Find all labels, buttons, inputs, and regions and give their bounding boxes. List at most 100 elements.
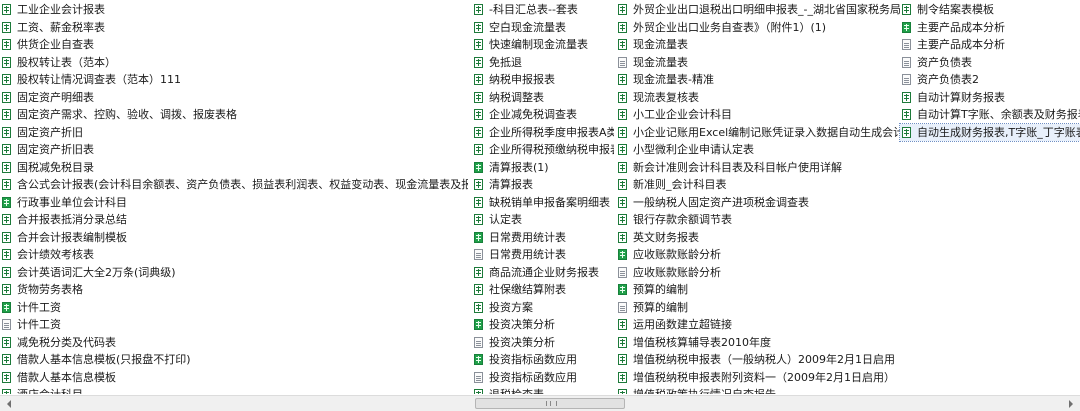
file-item[interactable]: 借款人基本信息模板	[0, 369, 468, 387]
file-item[interactable]: 日常费用统计表	[472, 246, 614, 264]
file-item[interactable]: 企业所得税季度申报表A类	[472, 124, 614, 142]
file-name: 供货企业自查表	[17, 38, 94, 51]
file-item[interactable]: 清算报表(1)	[472, 159, 614, 177]
horizontal-scrollbar[interactable]	[0, 395, 1080, 411]
file-item[interactable]: 应收账款账龄分析	[616, 246, 900, 264]
file-item[interactable]: 固定资产折旧表	[0, 141, 468, 159]
file-name: 行政事业单位会计科目	[17, 195, 127, 209]
file-item[interactable]: 国税减免税目录	[0, 159, 468, 177]
file-item[interactable]: 借款人基本信息模板(只报盘不打印)	[0, 351, 468, 369]
file-item[interactable]: 计件工资	[0, 316, 468, 334]
file-item[interactable]: 会计英语词汇大全2万条(词典级)	[0, 264, 468, 282]
file-name: 会计英语词汇大全2万条(词典级)	[17, 265, 176, 279]
spreadsheet-file-icon	[2, 179, 11, 190]
file-item[interactable]: 小型微利企业申请认定表	[616, 141, 900, 159]
spreadsheet-file-icon	[618, 144, 627, 155]
spreadsheet-file-icon	[618, 354, 627, 365]
file-item[interactable]: 纳税调整表	[472, 89, 614, 107]
file-item[interactable]: 行政事业单位会计科目	[0, 194, 468, 212]
file-item[interactable]: 工资、薪金税率表	[0, 19, 468, 37]
file-item[interactable]: 免抵退	[472, 54, 614, 72]
file-item[interactable]: 现流表复核表	[616, 89, 900, 107]
file-name: 借款人基本信息模板	[17, 370, 116, 384]
file-item[interactable]: 企业减免税调查表	[472, 106, 614, 124]
file-item[interactable]: 退税检查表	[472, 386, 614, 394]
file-item[interactable]: 商品流通企业财务报表	[472, 264, 614, 282]
file-item[interactable]: 货物劳务表格	[0, 281, 468, 299]
file-item[interactable]: 银行存款余额调节表	[616, 211, 900, 229]
file-item[interactable]: 固定资产需求、控购、验收、调拨、报废表格	[0, 106, 468, 124]
file-name: 合并会计报表编制模板	[17, 230, 127, 244]
file-item[interactable]: 清算报表	[472, 176, 614, 194]
file-item[interactable]: 投资决策分析	[472, 334, 614, 352]
file-item[interactable]: 快速编制现金流量表	[472, 36, 614, 54]
file-item[interactable]: 空白现金流量表	[472, 19, 614, 37]
file-item[interactable]: 投资方案	[472, 299, 614, 317]
file-item[interactable]: 主要产品成本分析	[900, 19, 1080, 37]
file-item[interactable]: 资产负债表2	[900, 71, 1080, 89]
file-item[interactable]: 现金流量表-精准	[616, 71, 900, 89]
spreadsheet-file-icon	[474, 126, 483, 138]
file-item[interactable]: 增值税政策执行情况自查报告	[616, 386, 900, 394]
file-item[interactable]: 资产负债表	[900, 54, 1080, 72]
file-item[interactable]: 认定表	[472, 211, 614, 229]
file-item[interactable]: 主要产品成本分析	[900, 36, 1080, 54]
file-item[interactable]: 纳税申报报表	[472, 71, 614, 89]
file-item[interactable]: 增值税纳税申报表附列资料一（2009年2月1日启用）	[616, 369, 900, 387]
file-item[interactable]: 股权转让情况调查表（范本）111	[0, 71, 468, 89]
scrollbar-thumb[interactable]	[475, 398, 625, 409]
file-item[interactable]: 会计绩效考核表	[0, 246, 468, 264]
file-item[interactable]: 运用函数建立超链接	[616, 316, 900, 334]
file-item[interactable]: 新会计准则会计科目表及科目帐户使用详解	[616, 159, 900, 177]
spreadsheet-file-icon	[474, 21, 483, 33]
file-name: 投资指标函数应用	[489, 370, 577, 384]
file-item[interactable]: 增值税纳税申报表（一般纳税人）2009年2月1日启用	[616, 351, 900, 369]
file-item[interactable]: 现金流量表	[616, 36, 900, 54]
scroll-right-button[interactable]	[1063, 397, 1079, 411]
file-item[interactable]: 小工业企业会计科目	[616, 106, 900, 124]
file-item[interactable]: 预算的编制	[616, 281, 900, 299]
file-item[interactable]: 外贸企业出口业务自查表》（附件1）(1)	[616, 19, 900, 37]
file-item[interactable]: 酒店会计科目	[0, 386, 468, 394]
file-item[interactable]: 固定资产明细表	[0, 89, 468, 107]
file-item[interactable]: 自动计算T字账、余额表及财务报表	[900, 106, 1080, 124]
file-item[interactable]: 日常费用统计表	[472, 229, 614, 247]
file-item[interactable]: 缺税销单申报备案明细表	[472, 194, 614, 212]
file-item[interactable]: -科目汇总表--套表	[472, 1, 614, 19]
spreadsheet-file-icon	[618, 196, 627, 208]
file-item[interactable]: 增值税核算辅导表2010年度	[616, 334, 900, 352]
file-name: 企业所得税季度申报表A类	[489, 125, 614, 139]
spreadsheet-file-icon	[474, 214, 483, 225]
file-item[interactable]: 合并报表抵消分录总结	[0, 211, 468, 229]
file-item[interactable]: 制令结案表模板	[900, 1, 1080, 19]
file-item[interactable]: 减免税分类及代码表	[0, 334, 468, 352]
file-name: 增值税纳税申报表附列资料一（2009年2月1日启用）	[633, 370, 895, 384]
file-item[interactable]: 外贸企业出口退税出口明细申报表_-_湖北省国家税务局外网	[616, 1, 900, 19]
spreadsheet-file-icon	[2, 126, 11, 138]
file-item[interactable]: 合并会计报表编制模板	[0, 229, 468, 247]
file-item[interactable]: 含公式会计报表(会计科目余额表、资产负债表、损益表利润表、权益变动表、现金流量表…	[0, 176, 468, 194]
file-item[interactable]: 社保缴结算附表	[472, 281, 614, 299]
file-item[interactable]: 新准则_会计科目表	[616, 176, 900, 194]
file-item[interactable]: 一般纳税人固定资产进项税金调查表	[616, 194, 900, 212]
file-name: -科目汇总表--套表	[489, 3, 578, 16]
file-list-pane: 工业企业会计报表 工资、薪金税率表 供货企业自查表股权转让表（范本） 股权转让情况调查…	[0, 0, 1080, 394]
file-item[interactable]: 投资指标函数应用	[472, 369, 614, 387]
file-item[interactable]: 自动生成财务报表,T字账_丁字账表_凭证	[899, 122, 1080, 142]
file-name: 预算的编制	[633, 300, 688, 314]
file-item[interactable]: 应收账款账龄分析	[616, 264, 900, 282]
file-item[interactable]: 自动计算财务报表	[900, 89, 1080, 107]
file-item[interactable]: 预算的编制	[616, 299, 900, 317]
scroll-left-button[interactable]	[1, 397, 17, 411]
file-item[interactable]: 英文财务报表	[616, 229, 900, 247]
file-item[interactable]: 小企业记账用Excel编制记账凭证录入数据自动生成会计报表	[616, 124, 900, 142]
file-item[interactable]: 现金流量表	[616, 54, 900, 72]
file-item[interactable]: 投资决策分析	[472, 316, 614, 334]
file-item[interactable]: 工业企业会计报表	[0, 1, 468, 19]
file-item[interactable]: 企业所得税预缴纳税申报表	[472, 141, 614, 159]
file-item[interactable]: 固定资产折旧	[0, 124, 468, 142]
file-item[interactable]: 供货企业自查表	[0, 36, 468, 54]
file-item[interactable]: 投资指标函数应用	[472, 351, 614, 369]
file-item[interactable]: 股权转让表（范本）	[0, 54, 468, 72]
file-item[interactable]: 计件工资	[0, 299, 468, 317]
